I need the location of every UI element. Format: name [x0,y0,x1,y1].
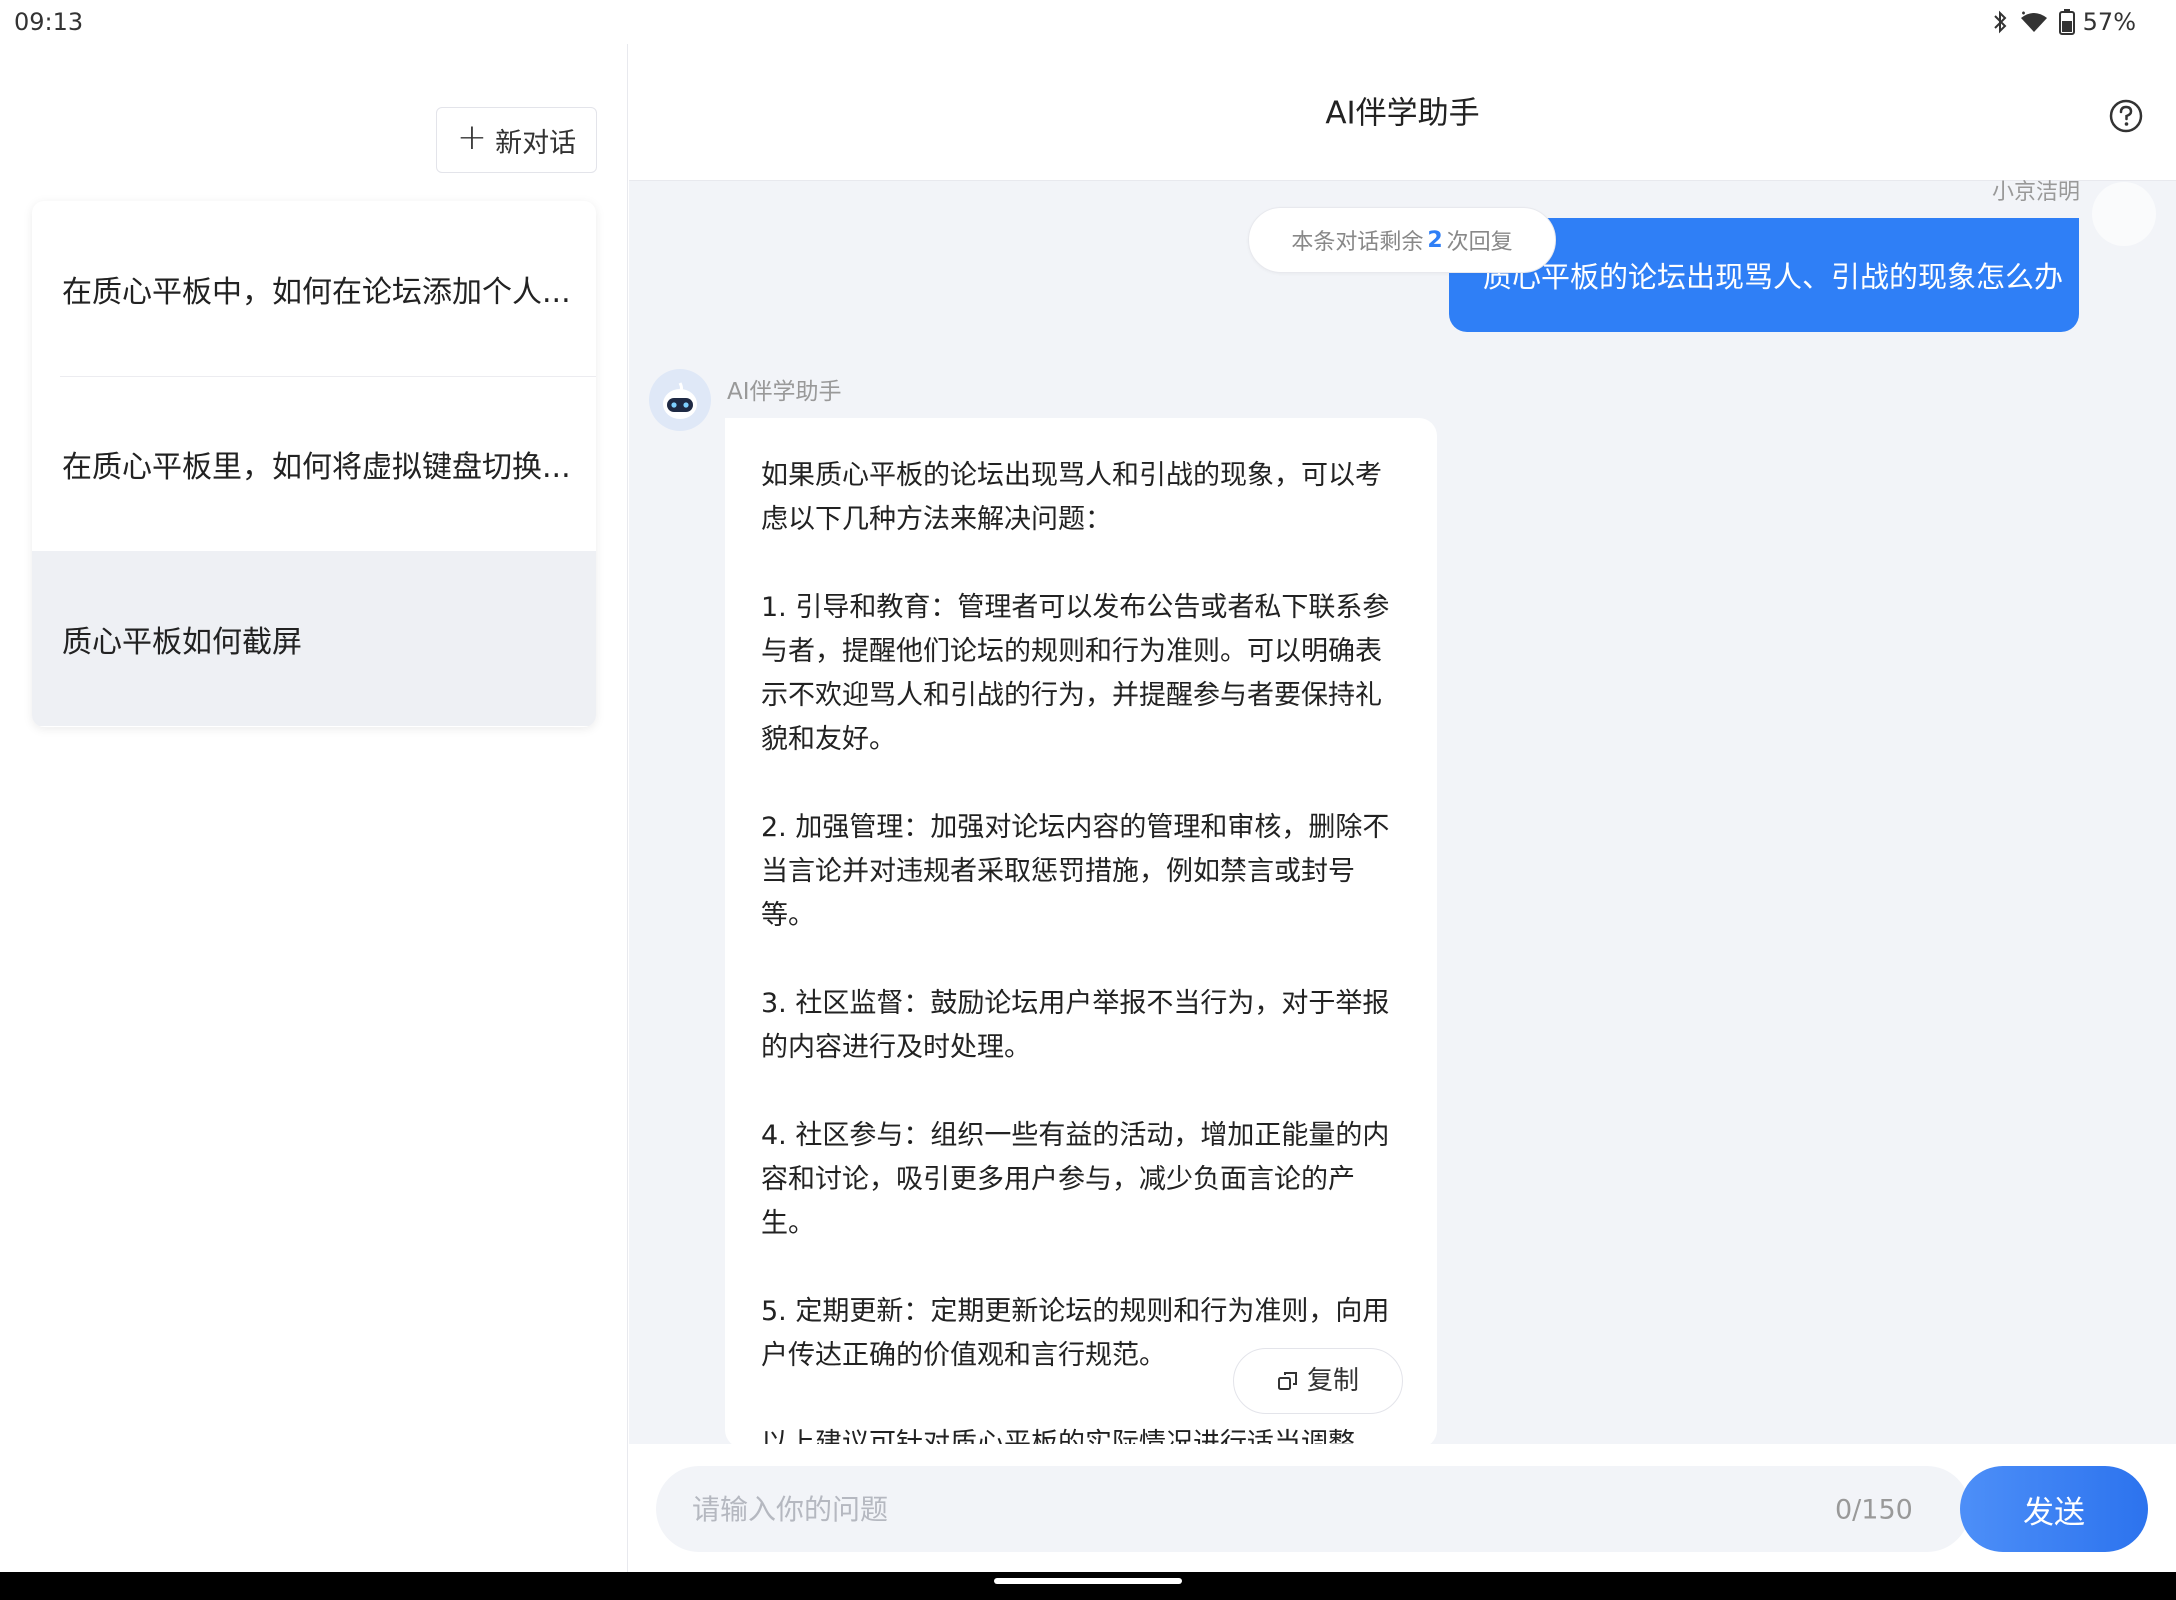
system-nav-bar [0,1572,2176,1600]
char-counter: 0/150 [1835,1494,1913,1526]
remaining-prefix: 本条对话剩余 [1291,230,1424,255]
wifi-icon [2020,11,2047,32]
help-circle-icon[interactable] [2108,98,2144,134]
status-bar: 09:13 57% [0,0,2176,44]
bot-name: AI伴学助手 [727,379,842,405]
user-message-text: 质心平板的论坛出现骂人、引战的现象怎么办 [1483,260,2064,294]
status-icons: 57% [1991,8,2136,36]
bot-paragraph: 1. 引导和教育：管理者可以发布公告或者私下联系参与者，提醒他们论坛的规则和行为… [761,592,1390,755]
page-title: AI伴学助手 [1325,95,1480,132]
history-item[interactable]: 在质心平板里，如何将虚拟键盘切换... [32,376,596,551]
composer: 0/150 发送 [629,1444,2176,1572]
sidebar: + 新对话 在质心平板中，如何在论坛添加个人... 在质心平板里，如何将虚拟键盘… [0,44,628,1572]
plus-icon: + [456,117,488,158]
remaining-count: 2 [1427,227,1443,253]
home-gesture-handle[interactable] [994,1578,1182,1584]
bot-paragraph: 如果质心平板的论坛出现骂人和引战的现象，可以考虑以下几种方法来解决问题： [761,460,1382,535]
send-button[interactable]: 发送 [1960,1466,2148,1552]
remaining-suffix: 次回复 [1446,230,1513,255]
question-input[interactable] [656,1466,1970,1552]
battery-level: 57% [2082,8,2136,36]
chat-main: AI伴学助手 小京洁明 质心平板的论坛出现骂人、引战的现象怎么办 本条对话剩余 … [629,44,2176,1572]
battery-icon [2058,9,2075,35]
bot-paragraph: 4. 社区参与：组织一些有益的活动，增加正能量的内容和讨论，吸引更多用户参与，减… [761,1120,1390,1239]
history-item[interactable]: 在质心平板中，如何在论坛添加个人... [32,201,596,376]
new-chat-label: 新对话 [495,127,577,159]
bot-message-bubble: 如果质心平板的论坛出现骂人和引战的现象，可以考虑以下几种方法来解决问题： 1. … [725,418,1437,1503]
history-item-active[interactable]: 质心平板如何截屏 [32,551,596,726]
history-item-title: 在质心平板里，如何将虚拟键盘切换... [62,449,571,485]
copy-icon [1277,1372,1297,1390]
chat-history-list: 在质心平板中，如何在论坛添加个人... 在质心平板里，如何将虚拟键盘切换... … [32,201,596,727]
remaining-replies-badge: 本条对话剩余 2 次回复 [1248,207,1556,273]
history-item-title: 在质心平板中，如何在论坛添加个人... [62,274,571,310]
bot-paragraph: 3. 社区监督：鼓励论坛用户举报不当行为，对于举报的内容进行及时处理。 [761,988,1390,1063]
bluetooth-icon [1993,10,2007,34]
copy-label: 复制 [1306,1366,1359,1396]
chat-header: AI伴学助手 [629,44,2176,181]
history-item-title: 质心平板如何截屏 [62,624,302,660]
robot-icon [663,382,697,419]
user-avatar [2092,182,2156,246]
copy-button[interactable]: 复制 [1233,1348,1403,1414]
new-chat-button[interactable]: + 新对话 [436,107,597,173]
status-time: 09:13 [14,8,84,36]
bot-avatar [649,369,711,431]
user-name: 小京洁明 [1991,180,2080,205]
bot-paragraph: 2. 加强管理：加强对论坛内容的管理和审核，删除不当言论并对违规者采取惩罚措施，… [761,812,1390,931]
